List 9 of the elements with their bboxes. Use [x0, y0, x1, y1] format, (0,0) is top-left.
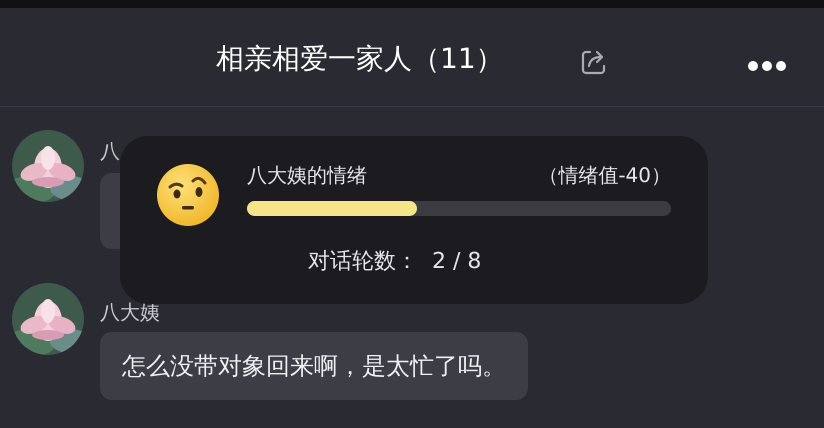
- raised-eyebrow-face-icon: [156, 163, 220, 227]
- sender-name: 八大姨: [100, 299, 161, 326]
- dialogue-rounds: 对话轮数： 2 / 8: [308, 248, 482, 276]
- message-bubble: 怎么没带对象回来啊，是太忙了吗。: [100, 332, 528, 400]
- chat-title: 相亲相爱一家人（11）: [216, 41, 504, 77]
- sender-name: 八: [100, 138, 121, 165]
- mood-title: 八大姨的情绪: [247, 162, 367, 189]
- mood-value: （情绪值-40）: [538, 162, 671, 189]
- more-icon[interactable]: [747, 60, 787, 72]
